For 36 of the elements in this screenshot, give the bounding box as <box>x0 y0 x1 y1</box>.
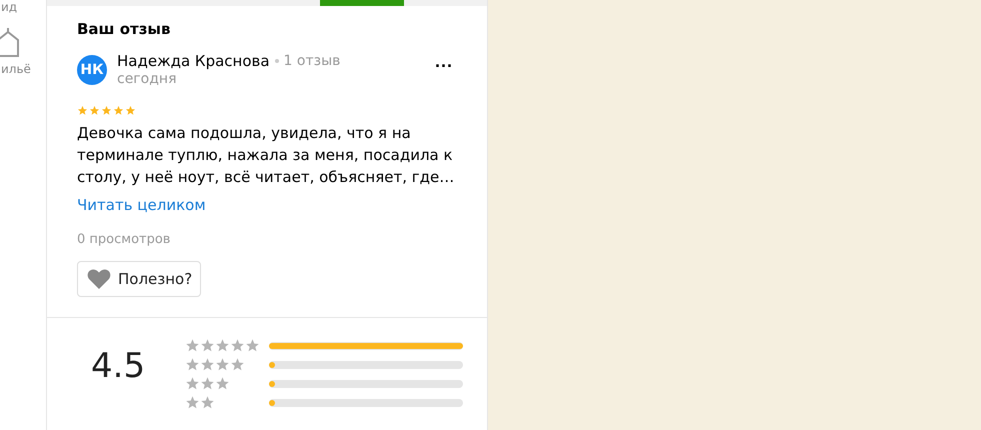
star-icon <box>200 376 215 391</box>
star-icon <box>77 105 88 116</box>
average-rating: 4.5 <box>91 346 146 388</box>
more-button[interactable]: ... <box>430 52 457 70</box>
sidebar-label[interactable]: ид <box>1 0 18 14</box>
sidebar-label[interactable]: ильё <box>1 62 31 76</box>
star-icon <box>215 357 230 372</box>
star-icon <box>215 376 230 391</box>
star-icon <box>101 105 112 116</box>
separator-dot <box>274 59 279 63</box>
section-heading: Ваш отзыв <box>77 20 172 38</box>
star-icon <box>185 338 200 353</box>
heart-icon <box>86 268 112 290</box>
review-count: 1 отзыв <box>284 53 340 69</box>
star-icon <box>230 357 245 372</box>
star-icon <box>230 338 245 353</box>
view-count: 0 просмотров <box>77 232 172 247</box>
useful-button[interactable]: Полезно? <box>77 261 202 297</box>
read-more-link[interactable]: Читать целиком <box>77 196 206 214</box>
star-icon <box>200 357 215 372</box>
avatar: НК <box>77 55 107 85</box>
star-icon <box>185 395 200 410</box>
star-icon <box>245 338 260 353</box>
star-icon <box>200 338 215 353</box>
tab-indicator[interactable] <box>320 0 404 6</box>
star-icon <box>185 357 200 372</box>
house-icon <box>0 28 22 58</box>
star-icon <box>215 338 230 353</box>
star-icon <box>89 105 100 116</box>
review-date: сегодня <box>117 71 178 87</box>
star-icon <box>113 105 124 116</box>
star-icon <box>185 376 200 391</box>
author-name[interactable]: Надежда Краснова <box>117 52 270 70</box>
review-text: Девочка сама подошла, увидела, что я на терминале туплю, нажала за меня, посадила к столу, у неё ноут, всё читает, объясняет, где… <box>77 123 456 188</box>
star-icon <box>125 105 136 116</box>
star-icon <box>200 395 215 410</box>
